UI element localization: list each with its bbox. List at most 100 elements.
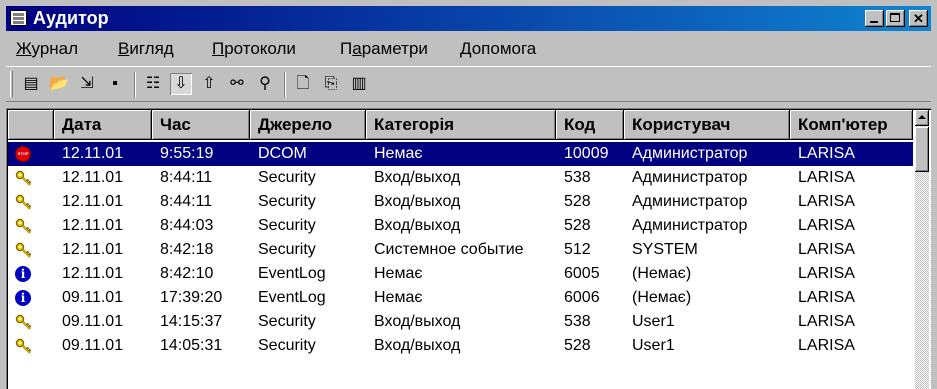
cell-category: Вход/выход — [374, 217, 461, 234]
cell-code: 10009 — [564, 145, 609, 162]
maximize-button[interactable] — [886, 10, 905, 27]
cell-category: Вход/выход — [374, 313, 461, 330]
cell-date: 12.11.01 — [62, 217, 124, 234]
event-viewer-app-icon[interactable] — [10, 10, 27, 26]
copy-icon[interactable]: ⎘ — [320, 73, 342, 95]
cell-source: Security — [258, 193, 316, 210]
open-folder-icon[interactable]: 📂 — [48, 73, 70, 95]
cell-category: Вход/выход — [374, 193, 461, 210]
sort-ascending-icon[interactable]: ⇧ — [198, 73, 220, 95]
event-list[interactable]: Дата Час Джерело Категорія Код Користува… — [6, 108, 931, 389]
save-icon[interactable]: ▪ — [104, 73, 126, 95]
cell-date: 12.11.01 — [62, 169, 124, 186]
properties-icon[interactable]: ▥ — [348, 73, 370, 95]
cell-category: Системное событие — [374, 241, 524, 258]
cell-code: 6005 — [564, 265, 600, 282]
column-headers: Дата Час Джерело Категорія Код Користува… — [8, 110, 913, 140]
cell-time: 8:44:11 — [160, 169, 213, 186]
title-bar[interactable]: Аудитор ✕ — [6, 6, 931, 31]
table-row[interactable]: 12.11.01 8:44:03 Security Вход/выход 528 Адми… — [8, 214, 913, 238]
column-header-date[interactable]: Дата — [54, 110, 152, 140]
column-header-source[interactable]: Джерело — [250, 110, 366, 140]
cell-computer: LARISA — [798, 265, 855, 282]
close-button[interactable]: ✕ — [909, 10, 928, 27]
information-icon: i — [15, 266, 31, 282]
column-header-user[interactable]: Користувач — [624, 110, 790, 140]
table-row[interactable]: 12.11.01 8:44:11 Security Вход/выход 538 Адми… — [8, 166, 913, 190]
cell-date: 12.11.01 — [62, 193, 124, 210]
menu-view[interactable]: Вигляд — [118, 39, 174, 59]
menu-journal[interactable]: Журнал — [16, 39, 78, 59]
audit-key-icon — [15, 218, 32, 234]
cell-time: 8:44:11 — [160, 193, 213, 210]
cell-source: DCOM — [258, 145, 307, 162]
error-stop-icon — [15, 146, 31, 162]
cell-date: 12.11.01 — [62, 145, 124, 162]
log-icon[interactable]: ▤ — [20, 73, 42, 95]
sort-descending-icon[interactable]: ⇩ — [170, 73, 192, 95]
view-details-icon[interactable]: ☷ — [142, 73, 164, 95]
cell-computer: LARISA — [798, 337, 855, 354]
cell-user: (Немає) — [632, 265, 692, 282]
minimize-button[interactable] — [865, 10, 884, 27]
column-header-icon[interactable] — [8, 110, 54, 140]
find-next-icon[interactable]: ⚲ — [254, 73, 276, 95]
cell-code: 528 — [564, 193, 591, 210]
cell-date: 09.11.01 — [62, 337, 124, 354]
cell-time: 9:55:19 — [160, 145, 214, 162]
cell-time: 14:05:31 — [160, 337, 223, 354]
table-row[interactable]: i 09.11.01 17:39:20 EventLog Немає 6006 (Немає… — [8, 286, 913, 310]
cell-source: EventLog — [258, 265, 326, 282]
cell-time: 14:15:37 — [160, 313, 223, 330]
cell-computer: LARISA — [798, 217, 855, 234]
menu-bar: Журнал Вигляд Протоколи Параметри Допомо… — [6, 34, 931, 62]
table-row[interactable]: 09.11.01 14:05:31 Security Вход/выход 528 Use… — [8, 334, 913, 358]
export-icon[interactable]: ⇲ — [76, 73, 98, 95]
table-row[interactable]: i 12.11.01 8:42:10 EventLog Немає 6005 (Немає)… — [8, 262, 913, 286]
find-icon[interactable]: ⚯ — [226, 73, 248, 95]
cell-computer: LARISA — [798, 289, 855, 306]
menu-help[interactable]: Допомога — [460, 39, 536, 59]
audit-key-icon — [15, 194, 32, 210]
cell-source: Security — [258, 313, 316, 330]
table-row[interactable]: 12.11.01 9:55:19 DCOM Немає 10009 Администрат… — [8, 142, 913, 166]
toolbar-separator — [284, 72, 286, 98]
information-icon: i — [15, 290, 31, 306]
cell-date: 09.11.01 — [62, 313, 124, 330]
menu-protocols[interactable]: Протоколи — [212, 39, 296, 59]
cell-category: Вход/выход — [374, 337, 461, 354]
column-header-code[interactable]: Код — [556, 110, 624, 140]
cell-user: Администратор — [632, 193, 748, 210]
cell-source: Security — [258, 169, 316, 186]
cell-time: 8:42:18 — [160, 241, 214, 258]
cell-date: 09.11.01 — [62, 289, 124, 306]
vertical-scrollbar[interactable] — [915, 110, 929, 389]
auditor-window: Аудитор ✕ Журнал Вигляд Протоколи Параме… — [0, 0, 937, 389]
table-row[interactable]: 12.11.01 8:42:18 Security Системное событие… — [8, 238, 913, 262]
cell-date: 12.11.01 — [62, 241, 124, 258]
cell-user: Администратор — [632, 217, 748, 234]
audit-key-icon — [15, 314, 32, 330]
cell-user: SYSTEM — [632, 241, 698, 258]
scroll-up-arrow[interactable] — [915, 110, 929, 126]
column-header-time[interactable]: Час — [152, 110, 250, 140]
toolbar-grip[interactable] — [10, 71, 13, 97]
event-rows: 12.11.01 9:55:19 DCOM Немає 10009 Администрат… — [8, 142, 913, 358]
cell-user: (Немає) — [632, 289, 692, 306]
scrollbar-thumb[interactable] — [915, 127, 929, 172]
menu-parameters[interactable]: Параметри — [340, 39, 428, 59]
window-title: Аудитор — [33, 8, 109, 28]
column-header-computer[interactable]: Комп'ютер — [790, 110, 913, 140]
toolbar-separator — [134, 72, 136, 98]
page-icon[interactable]: 🗋 — [292, 73, 314, 95]
table-row[interactable]: 09.11.01 14:15:37 Security Вход/выход 538 Use… — [8, 310, 913, 334]
cell-user: User1 — [632, 337, 675, 354]
audit-key-icon — [15, 338, 32, 354]
cell-source: Security — [258, 337, 316, 354]
cell-computer: LARISA — [798, 145, 855, 162]
cell-user: Администратор — [632, 169, 748, 186]
table-row[interactable]: 12.11.01 8:44:11 Security Вход/выход 528 Адми… — [8, 190, 913, 214]
column-header-category[interactable]: Категорія — [366, 110, 556, 140]
cell-time: 8:44:03 — [160, 217, 214, 234]
audit-key-icon — [15, 242, 32, 258]
